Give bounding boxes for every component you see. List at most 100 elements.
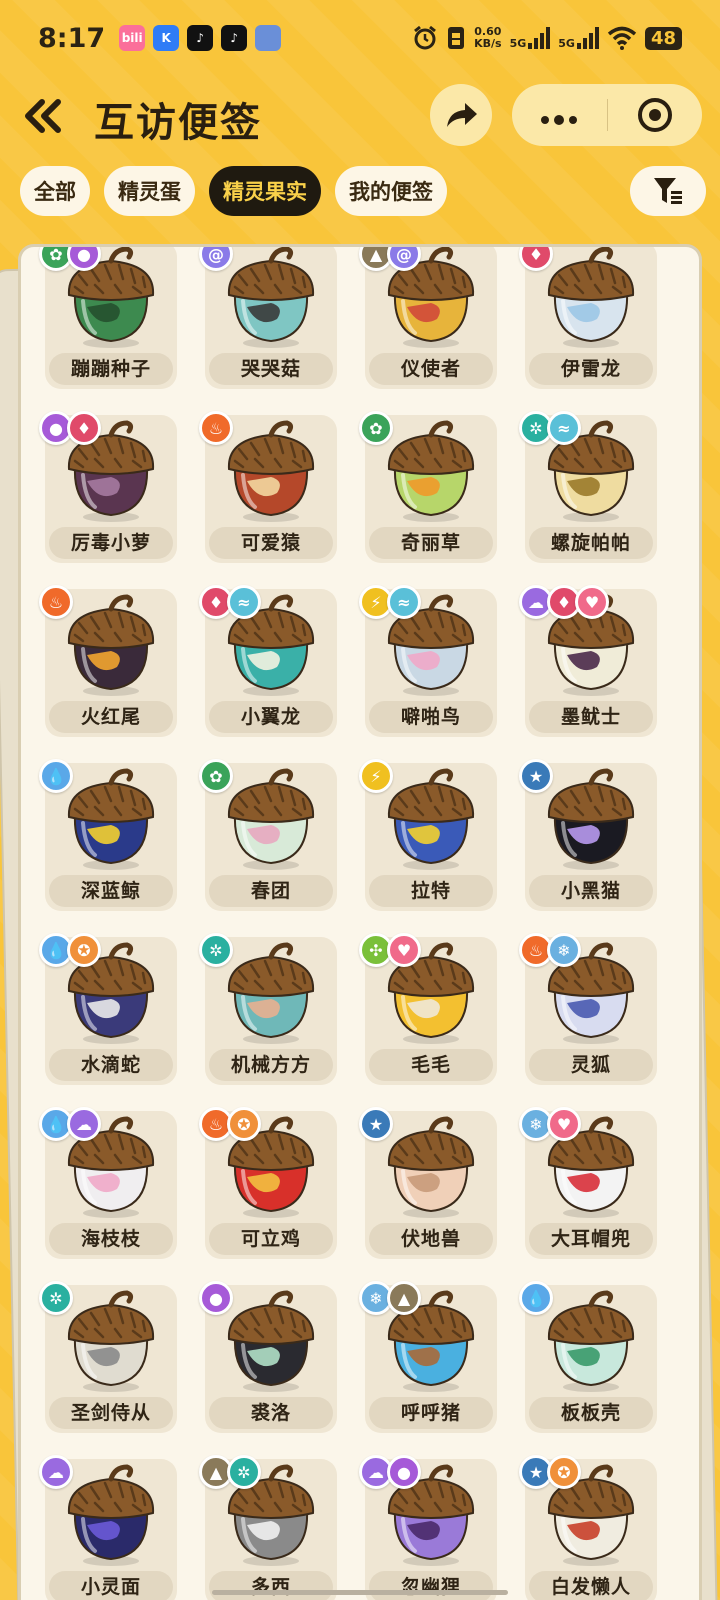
fruit-cell: ⚡ 拉特 bbox=[359, 759, 525, 915]
type-badges: ★ bbox=[519, 759, 553, 793]
fruit-card[interactable]: ● 裘洛 bbox=[199, 1281, 337, 1433]
fruit-name: 厉毒小萝 bbox=[49, 527, 173, 559]
fruit-cell: ❄ ▲ 呼呼猪 bbox=[359, 1281, 525, 1437]
fruit-card[interactable]: ♦ 伊雷龙 bbox=[519, 247, 657, 389]
fruit-card[interactable]: ★ ✪ 白发懒人 bbox=[519, 1455, 657, 1600]
fruit-card[interactable]: ❄ ▲ 呼呼猪 bbox=[359, 1281, 497, 1433]
fruit-name: 奇丽草 bbox=[369, 527, 493, 559]
filter-icon bbox=[654, 178, 682, 204]
home-indicator[interactable] bbox=[212, 1590, 508, 1595]
filter-button[interactable] bbox=[630, 166, 706, 216]
fruit-card[interactable]: 💧 ☁ 海枝枝 bbox=[39, 1107, 177, 1259]
more-options-button[interactable] bbox=[512, 99, 607, 132]
fruit-name: 圣剑侍从 bbox=[49, 1397, 173, 1429]
fruit-card[interactable]: ♦ ≈ 小翼龙 bbox=[199, 585, 337, 737]
type-badges: ✲ bbox=[39, 1281, 73, 1315]
sim-card-icon bbox=[448, 27, 465, 49]
fruit-name: 小黑猫 bbox=[529, 875, 653, 907]
fruit-cell: ♨ ❄ 灵狐 bbox=[519, 933, 685, 1089]
fruit-cell: ✲ ≈ 螺旋帕帕 bbox=[519, 411, 685, 567]
more-dots-icon bbox=[541, 114, 578, 125]
fruit-card[interactable]: 💧 ✪ 水滴蛇 bbox=[39, 933, 177, 1085]
fruit-card[interactable]: ✲ ≈ 螺旋帕帕 bbox=[519, 411, 657, 563]
fruit-card[interactable]: ☁ 小灵面 bbox=[39, 1455, 177, 1600]
acorn-fruit-icon bbox=[67, 594, 155, 696]
fruit-cell: ☁ ♦ ♥ 墨鱿士 bbox=[519, 585, 685, 741]
signal-2-label: 5G bbox=[558, 37, 575, 50]
ghost-type-icon: ☁ bbox=[39, 1455, 73, 1489]
acorn-fruit-icon bbox=[387, 420, 475, 522]
cute-type-icon: ♥ bbox=[547, 1107, 581, 1141]
fruit-card[interactable]: ★ 小黑猫 bbox=[519, 759, 657, 911]
acorn-fruit-icon bbox=[387, 1116, 475, 1218]
grass-type-icon: ✿ bbox=[359, 411, 393, 445]
fruit-card[interactable]: ✲ 圣剑侍从 bbox=[39, 1281, 177, 1433]
fruit-card[interactable]: ☁ ● 忽幽狸 bbox=[359, 1455, 497, 1600]
fruit-name: 机械方方 bbox=[209, 1049, 333, 1081]
bilibili-icon: bili bbox=[119, 25, 146, 51]
fruit-card[interactable]: ★ 伏地兽 bbox=[359, 1107, 497, 1259]
fruit-cell: ❄ ♥ 大耳帽兜 bbox=[519, 1107, 685, 1263]
fruit-card[interactable]: ● ♦ 厉毒小萝 bbox=[39, 411, 177, 563]
electric-type-icon: ⚡ bbox=[359, 759, 393, 793]
alarm-icon bbox=[414, 25, 437, 50]
net-speed: 0.60 KB/s bbox=[474, 26, 501, 50]
fruit-card[interactable]: ⚡ ≈ 噼啪鸟 bbox=[359, 585, 497, 737]
fruit-cell: ♨ 可爱猿 bbox=[199, 411, 365, 567]
acorn-fruit-icon bbox=[227, 1290, 315, 1392]
tab-0[interactable]: 全部 bbox=[20, 166, 90, 216]
fruit-cell: 💧 ☁ 海枝枝 bbox=[39, 1107, 205, 1263]
fruit-card[interactable]: 💧 板板壳 bbox=[519, 1281, 657, 1433]
tab-3[interactable]: 我的便签 bbox=[335, 166, 447, 216]
fruit-card[interactable]: ✲ 机械方方 bbox=[199, 933, 337, 1085]
status-indicators: 0.60 KB/s 5G 5G 48 bbox=[412, 25, 682, 51]
type-badges: ♦ ≈ bbox=[199, 585, 261, 619]
type-badges: ☁ bbox=[39, 1455, 73, 1489]
fruit-name: 水滴蛇 bbox=[49, 1049, 173, 1081]
fruit-card[interactable]: ☁ ♦ ♥ 墨鱿士 bbox=[519, 585, 657, 737]
fruit-card[interactable]: 💧 深蓝鲸 bbox=[39, 759, 177, 911]
acorn-fruit-icon bbox=[547, 247, 635, 348]
fruit-cell: ✣ ♥ 毛毛 bbox=[359, 933, 525, 1089]
fruit-card[interactable]: ✿ 春团 bbox=[199, 759, 337, 911]
fruit-card[interactable]: ✿ 奇丽草 bbox=[359, 411, 497, 563]
fruit-card[interactable]: ♨ 火红尾 bbox=[39, 585, 177, 737]
wing-type-icon: ≈ bbox=[547, 411, 581, 445]
fruit-cell: ▲ @ 仪使者 bbox=[359, 247, 525, 393]
fruit-card[interactable]: ♨ ❄ 灵狐 bbox=[519, 933, 657, 1085]
tab-1[interactable]: 精灵蛋 bbox=[104, 166, 195, 216]
status-bar: 8:17 bili K ♪ ♪ 0.60 KB/s 5G 5G 48 bbox=[0, 0, 720, 76]
acorn-fruit-icon bbox=[67, 1464, 155, 1566]
fruit-card[interactable]: @ 哭哭菇 bbox=[199, 247, 337, 389]
tab-2[interactable]: 精灵果实 bbox=[209, 166, 321, 216]
category-tabs: 全部 精灵蛋 精灵果实 我的便签 bbox=[20, 166, 447, 216]
water-type-icon: 💧 bbox=[39, 759, 73, 793]
fruit-card[interactable]: ⚡ 拉特 bbox=[359, 759, 497, 911]
fruit-card[interactable]: ❄ ♥ 大耳帽兜 bbox=[519, 1107, 657, 1259]
fruit-card[interactable]: ♨ 可爱猿 bbox=[199, 411, 337, 563]
fruit-name: 拉特 bbox=[369, 875, 493, 907]
fruit-card[interactable]: ✿ ● 蹦蹦种子 bbox=[39, 247, 177, 389]
acorn-fruit-icon bbox=[67, 1290, 155, 1392]
fruit-name: 可爱猿 bbox=[209, 527, 333, 559]
fruit-name: 伏地兽 bbox=[369, 1223, 493, 1255]
fruit-card[interactable]: ▲ ✲ 多西 bbox=[199, 1455, 337, 1600]
fruit-name: 小翼龙 bbox=[209, 701, 333, 733]
share-button[interactable] bbox=[430, 84, 492, 146]
fruit-name: 火红尾 bbox=[49, 701, 173, 733]
fruit-card[interactable]: ✣ ♥ 毛毛 bbox=[359, 933, 497, 1085]
double-chevron-left-icon bbox=[25, 99, 61, 133]
fruit-cell: @ 哭哭菇 bbox=[199, 247, 365, 393]
fruit-card[interactable]: ▲ @ 仪使者 bbox=[359, 247, 497, 389]
back-button[interactable] bbox=[18, 90, 70, 142]
fruit-card[interactable]: ♨ ✪ 可立鸡 bbox=[199, 1107, 337, 1259]
fruit-name: 春团 bbox=[209, 875, 333, 907]
signal-bars-icon bbox=[528, 27, 551, 49]
signal-2: 5G bbox=[558, 27, 599, 49]
fruit-name: 墨鱿士 bbox=[529, 701, 653, 733]
type-badges: ★ ✪ bbox=[519, 1455, 581, 1489]
light-type-icon: ✪ bbox=[67, 933, 101, 967]
share-arrow-icon bbox=[447, 103, 477, 127]
fruit-cell: ● 裘洛 bbox=[199, 1281, 365, 1437]
close-miniapp-button[interactable] bbox=[608, 97, 703, 133]
